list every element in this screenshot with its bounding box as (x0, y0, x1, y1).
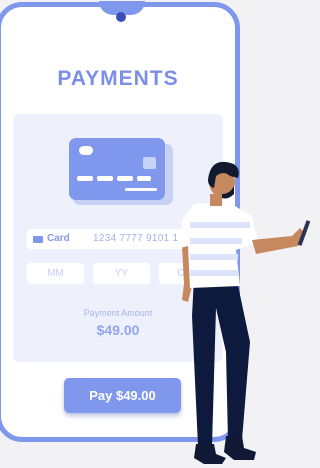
shoe-icon (194, 444, 226, 464)
page-title: PAYMENTS (57, 67, 179, 90)
person-legs (192, 276, 250, 446)
shirt-stripe (190, 222, 250, 228)
expiry-month-field[interactable]: MM (27, 263, 84, 284)
card-icon (33, 236, 43, 243)
card-holder-line (125, 188, 157, 191)
card-number-block (97, 176, 113, 181)
shoe-icon (224, 436, 256, 460)
card-number-block (137, 176, 151, 181)
card-logo-icon (143, 157, 156, 169)
shirt-stripe (190, 254, 238, 260)
shirt-stripe (190, 270, 238, 276)
camera-icon (116, 12, 126, 22)
expiry-year-field[interactable]: YY (93, 263, 150, 284)
person-right-arm (252, 228, 306, 254)
person-illustration (180, 161, 311, 464)
card-number-block (77, 176, 93, 181)
card-field-label: Card (47, 233, 70, 244)
card-chip-icon (79, 146, 93, 155)
shirt-stripe (190, 238, 242, 244)
card-number-block (117, 176, 133, 181)
credit-card-icon (69, 138, 165, 200)
